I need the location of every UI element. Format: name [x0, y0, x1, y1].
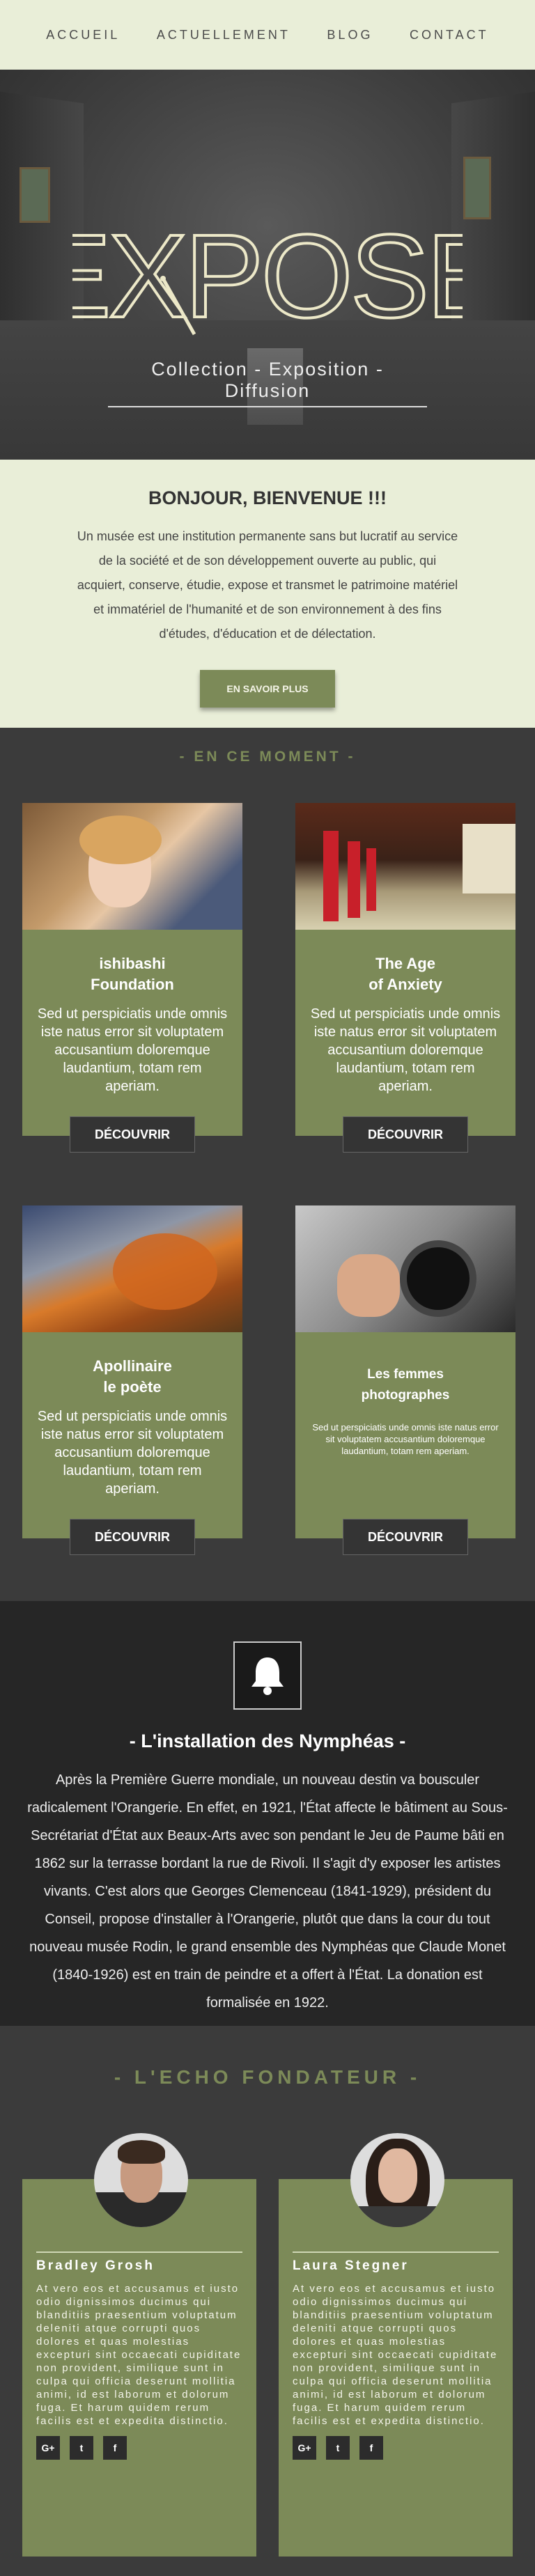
- google-plus-icon[interactable]: G+: [36, 2436, 60, 2460]
- welcome-text: Un musée est une institution permanente …: [77, 529, 458, 641]
- section-title: - EN CE MOMENT -: [179, 749, 356, 765]
- card-title: Apollinaire le poète: [93, 1357, 172, 1396]
- person-card: Laura Stegner At vero eos et accusamus e…: [279, 2133, 513, 2557]
- nympheas-section: - L'installation des Nymphéas - Après la…: [0, 1601, 535, 2026]
- nympheas-text: Après la Première Guerre mondiale, un no…: [27, 1772, 508, 2011]
- social-links: G+ t f: [293, 2436, 499, 2460]
- exhibition-image: [295, 1205, 515, 1332]
- card-text: Sed ut perspiciatis unde omnis iste natu…: [37, 1409, 228, 1497]
- exhibition-card: Les femmes photographes Sed ut perspicia…: [295, 1205, 515, 1555]
- google-plus-icon[interactable]: G+: [293, 2436, 316, 2460]
- card-body: The Age of Anxiety Sed ut perspiciatis u…: [295, 930, 515, 1136]
- founders-section: - L'ECHO FONDATEUR - Bradley Grosh At ve…: [0, 2026, 535, 2576]
- welcome-section: BONJOUR, BIENVENUE !!! Un musée est une …: [0, 460, 535, 728]
- card-text: Sed ut perspiciatis unde omnis iste natu…: [312, 1422, 499, 1456]
- card-title: Les femmes photographes: [361, 1367, 450, 1403]
- facebook-icon[interactable]: f: [359, 2436, 383, 2460]
- welcome-title: BONJOUR, BIENVENUE !!!: [148, 487, 387, 508]
- painting-frame: [463, 157, 491, 219]
- social-links: G+ t f: [36, 2436, 242, 2460]
- main-nav: ACCUEIL ACTUELLEMENT BLOG CONTACT: [0, 0, 535, 70]
- hero-banner: EXPOSE Collection - Exposition - Diffusi…: [0, 70, 535, 460]
- painting-frame: [20, 167, 50, 223]
- discover-button[interactable]: DÉCOUVRIR: [70, 1519, 195, 1555]
- nav-blog[interactable]: BLOG: [327, 28, 373, 42]
- avatar: [94, 2133, 188, 2227]
- hero-tagline: Collection - Exposition - Diffusion: [108, 359, 427, 407]
- learn-more-button[interactable]: EN SAVOIR PLUS: [200, 670, 335, 708]
- expose-logo: EXPOSE: [0, 219, 535, 338]
- card-title: ishibashi Foundation: [91, 955, 174, 993]
- card-body: ishibashi Foundation Sed ut perspiciatis…: [22, 930, 242, 1136]
- nympheas-title: - L'installation des Nymphéas -: [129, 1731, 406, 1751]
- current-exhibitions: - EN CE MOMENT - ishibashi Foundation Se…: [0, 728, 535, 1601]
- nav-actuellement[interactable]: ACTUELLEMENT: [157, 28, 290, 42]
- card-body: Apollinaire le poète Sed ut perspiciatis…: [22, 1332, 242, 1538]
- exhibition-card: The Age of Anxiety Sed ut perspiciatis u…: [295, 803, 515, 1153]
- person-bio: At vero eos et accusamus et iusto odio d…: [293, 2283, 498, 2427]
- twitter-icon[interactable]: t: [70, 2436, 93, 2460]
- exhibition-card: Apollinaire le poète Sed ut perspiciatis…: [22, 1205, 242, 1555]
- person-card: Bradley Grosh At vero eos et accusamus e…: [22, 2133, 256, 2557]
- card-text: Sed ut perspiciatis unde omnis iste natu…: [310, 1006, 501, 1094]
- person-bio: At vero eos et accusamus et iusto odio d…: [36, 2283, 242, 2427]
- exhibition-image: [295, 803, 515, 930]
- card-body: Les femmes photographes Sed ut perspicia…: [295, 1332, 515, 1538]
- card-title: The Age of Anxiety: [369, 955, 442, 993]
- discover-button[interactable]: DÉCOUVRIR: [70, 1116, 195, 1153]
- section-title: - L'ECHO FONDATEUR -: [114, 2066, 421, 2088]
- avatar: [350, 2133, 444, 2227]
- exhibition-image: [22, 1205, 242, 1332]
- facebook-icon[interactable]: f: [103, 2436, 127, 2460]
- person-name: Bradley Grosh: [36, 2251, 242, 2274]
- card-text: Sed ut perspiciatis unde omnis iste natu…: [37, 1006, 228, 1094]
- logo-text: EXPOSE: [72, 219, 463, 338]
- bell-icon: [233, 1641, 302, 1710]
- exhibition-image: [22, 803, 242, 930]
- nav-accueil[interactable]: ACCUEIL: [46, 28, 120, 42]
- discover-button[interactable]: DÉCOUVRIR: [343, 1519, 468, 1555]
- exhibition-card: ishibashi Foundation Sed ut perspiciatis…: [22, 803, 242, 1153]
- person-name: Laura Stegner: [293, 2251, 499, 2274]
- twitter-icon[interactable]: t: [326, 2436, 350, 2460]
- nav-contact[interactable]: CONTACT: [410, 28, 489, 42]
- discover-button[interactable]: DÉCOUVRIR: [343, 1116, 468, 1153]
